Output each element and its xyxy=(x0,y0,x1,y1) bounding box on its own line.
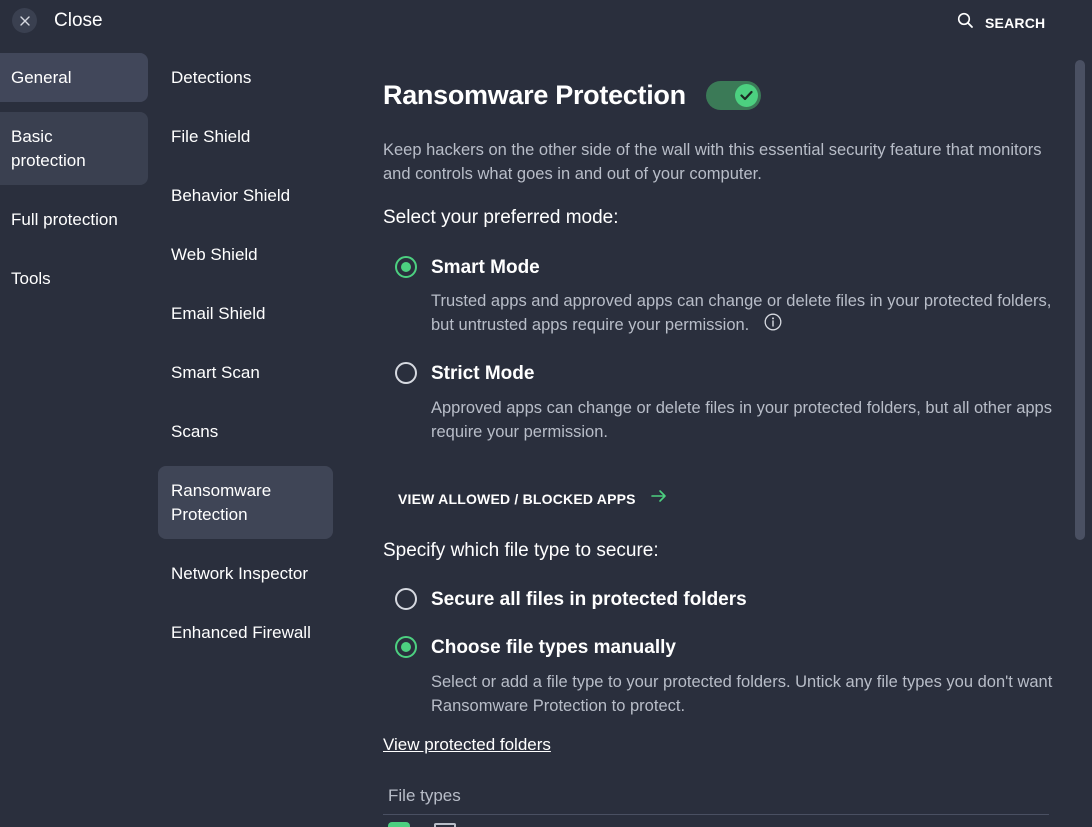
subnav-item-label: Email Shield xyxy=(171,303,266,323)
smart-mode-label: Smart Mode xyxy=(431,257,540,278)
file-types-table-header: File types xyxy=(383,784,1049,815)
ransomware-protection-toggle[interactable] xyxy=(705,81,761,110)
subnav-item-detections[interactable]: Detections xyxy=(158,53,333,102)
close-icon xyxy=(12,8,37,33)
view-protected-folders-link[interactable]: View protected folders xyxy=(383,735,551,755)
nav-item-tools[interactable]: Tools xyxy=(0,254,148,303)
settings-window: Close SEARCH General Basic protection Fu… xyxy=(0,0,1092,827)
feature-description: Keep hackers on the other side of the wa… xyxy=(383,141,1042,183)
subnav-item-behavior-shield[interactable]: Behavior Shield xyxy=(158,171,333,220)
subnav-item-label: Scans xyxy=(171,421,219,441)
secure-all-files-option[interactable]: Secure all files in protected folders xyxy=(395,588,747,612)
subnav-item-label: Network Inspector xyxy=(171,563,308,583)
primary-nav: General Basic protection Full protection… xyxy=(0,53,148,313)
filetype-heading: Specify which file type to secure: xyxy=(383,540,659,561)
subnav-item-file-shield[interactable]: File Shield xyxy=(158,112,333,161)
nav-item-label: Basic protection xyxy=(11,126,86,170)
secure-all-files-radio[interactable] xyxy=(395,588,417,610)
subnav-item-label: Behavior Shield xyxy=(171,185,291,205)
subnav-item-label: File Shield xyxy=(171,126,251,146)
smart-mode-radio[interactable] xyxy=(395,256,417,278)
choose-file-types-label: Choose file types manually xyxy=(431,637,676,658)
nav-item-general[interactable]: General xyxy=(0,53,148,102)
secure-all-files-label: Secure all files in protected folders xyxy=(431,589,747,610)
file-type-checkbox[interactable] xyxy=(388,822,410,827)
subnav-item-label: Smart Scan xyxy=(171,362,260,382)
file-icon xyxy=(434,823,456,827)
nav-item-basic-protection[interactable]: Basic protection xyxy=(0,112,148,185)
nav-item-label: Tools xyxy=(11,268,51,288)
subnav-item-scans[interactable]: Scans xyxy=(158,407,333,456)
choose-file-types-option[interactable]: Choose file types manually xyxy=(395,636,676,660)
choose-file-types-radio[interactable] xyxy=(395,636,417,658)
subnav-item-web-shield[interactable]: Web Shield xyxy=(158,230,333,279)
view-allowed-blocked-apps-label: VIEW ALLOWED / BLOCKED APPS xyxy=(398,490,636,507)
smart-mode-description: Trusted apps and approved apps can chang… xyxy=(431,289,1056,338)
nav-item-label: Full protection xyxy=(11,209,118,229)
smart-mode-option[interactable]: Smart Mode xyxy=(395,256,540,280)
subnav-item-ransomware-protection[interactable]: Ransomware Protection xyxy=(158,466,333,539)
arrow-right-icon xyxy=(636,489,667,508)
check-icon xyxy=(734,84,758,107)
scrollbar-thumb[interactable] xyxy=(1075,60,1085,540)
strict-mode-radio[interactable] xyxy=(395,362,417,384)
subnav-item-label: Enhanced Firewall xyxy=(171,622,311,642)
nav-item-label: General xyxy=(11,67,72,87)
subnav-item-label: Ransomware Protection xyxy=(171,480,272,524)
page-title: Ransomware Protection xyxy=(383,80,686,110)
view-allowed-blocked-apps-link[interactable]: VIEW ALLOWED / BLOCKED APPS xyxy=(398,489,667,508)
choose-file-types-description: Select or add a file type to your protec… xyxy=(431,673,1053,715)
subnav-item-smart-scan[interactable]: Smart Scan xyxy=(158,348,333,397)
strict-mode-label: Strict Mode xyxy=(431,363,535,384)
smart-mode-description-text: Trusted apps and approved apps can chang… xyxy=(431,292,1052,334)
subnav-item-label: Detections xyxy=(171,67,252,87)
secondary-nav: Detections File Shield Behavior Shield W… xyxy=(158,53,333,667)
strict-mode-option[interactable]: Strict Mode xyxy=(395,362,534,386)
file-types-column-header: File types xyxy=(388,786,461,805)
subnav-item-enhanced-firewall[interactable]: Enhanced Firewall xyxy=(158,608,333,657)
subnav-item-label: Web Shield xyxy=(171,244,258,264)
subnav-item-email-shield[interactable]: Email Shield xyxy=(158,289,333,338)
nav-item-full-protection[interactable]: Full protection xyxy=(0,195,148,244)
search-label: SEARCH xyxy=(985,15,1046,31)
subnav-item-network-inspector[interactable]: Network Inspector xyxy=(158,549,333,598)
search-button[interactable]: SEARCH xyxy=(957,12,1045,34)
strict-mode-description: Approved apps can change or delete files… xyxy=(431,399,1052,441)
close-button[interactable]: Close xyxy=(12,8,103,33)
search-icon xyxy=(957,12,974,34)
close-label: Close xyxy=(54,9,103,31)
title-row: Ransomware Protection xyxy=(383,80,761,111)
info-icon[interactable] xyxy=(764,313,782,338)
mode-heading: Select your preferred mode: xyxy=(383,207,619,228)
